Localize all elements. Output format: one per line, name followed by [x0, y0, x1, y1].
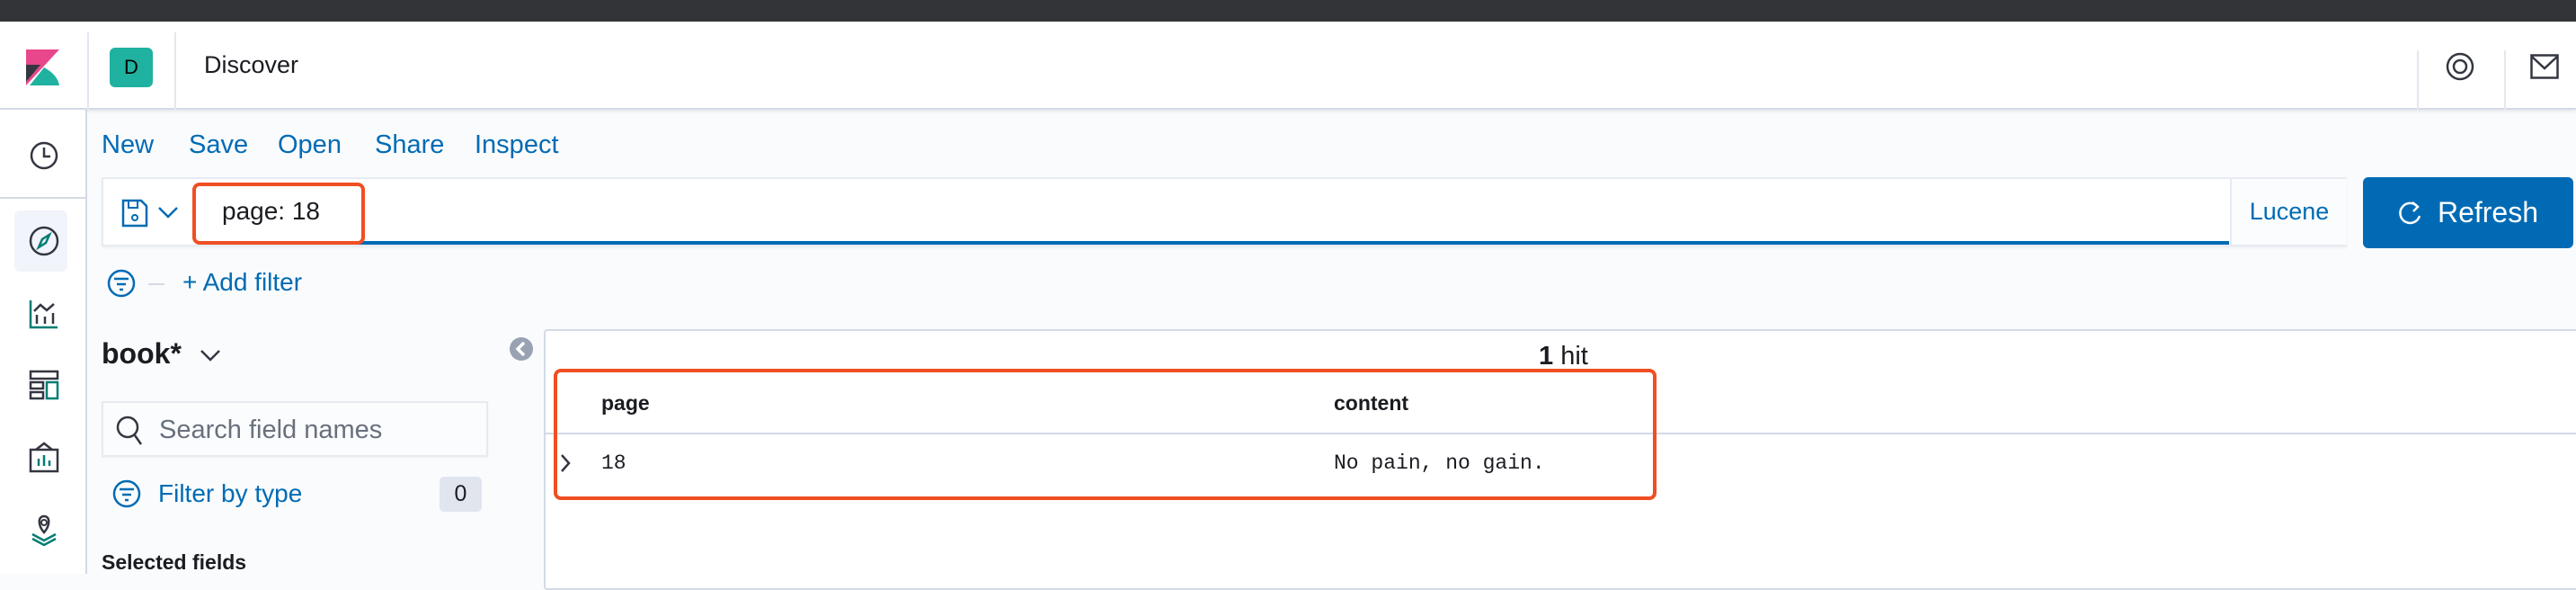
space-avatar[interactable]: D: [110, 48, 153, 87]
refresh-label: Refresh: [2437, 196, 2539, 228]
collapse-sidebar-icon[interactable]: [509, 336, 534, 362]
search-icon: [116, 416, 143, 445]
query-bar: page: 18 Lucene: [102, 177, 2347, 246]
canvas-icon[interactable]: [27, 441, 61, 475]
browser-top-bar: [0, 0, 2576, 22]
field-search-input[interactable]: Search field names: [102, 401, 488, 457]
app-header: D Discover: [0, 22, 2576, 110]
visualize-icon[interactable]: [27, 297, 61, 331]
kibana-logo-icon[interactable]: [26, 49, 59, 85]
selected-fields-heading: Selected fields: [102, 550, 247, 574]
hit-count-label: hit: [1560, 342, 1588, 371]
page-title: Discover: [204, 51, 299, 78]
filter-by-type-button[interactable]: Filter by type: [158, 479, 302, 508]
discover-compass-icon[interactable]: [27, 224, 61, 258]
index-pattern-title[interactable]: book*: [102, 337, 182, 371]
menu-share[interactable]: Share: [375, 130, 444, 160]
menu-new[interactable]: New: [102, 130, 154, 160]
menu-save[interactable]: Save: [189, 130, 248, 160]
add-filter-button[interactable]: + Add filter: [182, 268, 302, 297]
query-language-button[interactable]: Lucene: [2230, 179, 2347, 245]
refresh-icon: [2399, 201, 2421, 224]
maps-icon[interactable]: [27, 513, 61, 547]
highlight-box: [192, 183, 365, 245]
index-pattern-chevron-icon[interactable]: [200, 349, 221, 362]
results-highlight-box: [554, 369, 1657, 500]
hit-count: 1 hit: [1539, 342, 1588, 371]
refresh-button[interactable]: Refresh: [2363, 177, 2573, 248]
filter-icon[interactable]: [106, 268, 137, 299]
dashboard-icon[interactable]: [27, 368, 61, 402]
filter-by-type-icon[interactable]: [111, 478, 142, 509]
help-lifebuoy-icon[interactable]: [2446, 51, 2474, 82]
menu-open[interactable]: Open: [278, 130, 342, 160]
filter-count-badge: 0: [440, 477, 482, 512]
side-nav: [0, 110, 87, 574]
hit-count-number: 1: [1539, 342, 1554, 371]
recent-clock-icon[interactable]: [27, 139, 61, 173]
saved-query-icon[interactable]: [121, 199, 148, 228]
menu-inspect[interactable]: Inspect: [475, 130, 559, 160]
field-search-placeholder: Search field names: [159, 416, 383, 444]
mail-icon[interactable]: [2530, 54, 2559, 79]
chevron-down-icon[interactable]: [157, 206, 179, 219]
